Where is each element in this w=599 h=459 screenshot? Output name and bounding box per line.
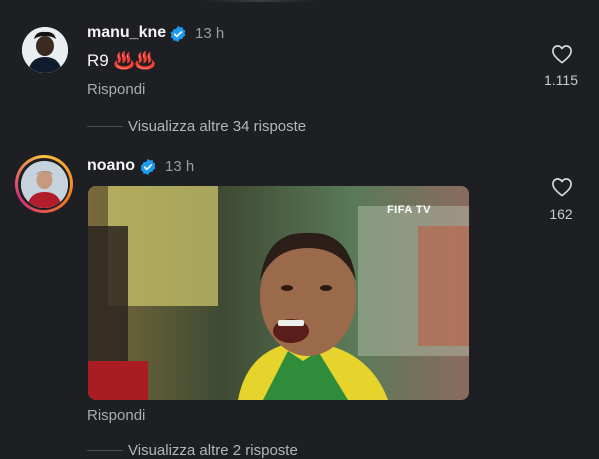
comment-noano: noano 13 h FIFA TV 162 Rispondi Visualiz…: [0, 0, 599, 459]
gif-frame-image: [88, 186, 469, 400]
avatar-story-ring[interactable]: [15, 155, 73, 213]
verified-badge-icon: [140, 158, 156, 176]
thread-line: [87, 450, 123, 451]
view-more-replies-button[interactable]: Visualizza altre 2 risposte: [128, 442, 298, 459]
heart-outline-icon[interactable]: [551, 177, 573, 197]
fifa-tv-watermark: FIFA TV: [386, 204, 431, 216]
avatar: [20, 160, 68, 208]
gif-media[interactable]: FIFA TV: [88, 186, 469, 400]
timestamp: 13 h: [165, 158, 195, 175]
avatar-image: [20, 160, 68, 208]
avatar-ring-inner: [18, 158, 70, 210]
username[interactable]: noano: [87, 157, 135, 175]
reply-button[interactable]: Rispondi: [87, 407, 145, 424]
like-count: 162: [549, 206, 573, 222]
